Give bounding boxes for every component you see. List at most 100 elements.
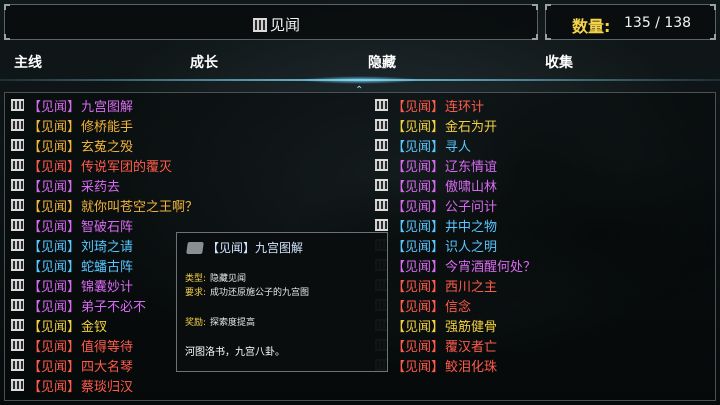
entry-tag: 【见闻】 [28, 119, 81, 135]
book-icon [11, 139, 24, 151]
entry-tag: 【见闻】 [392, 239, 445, 255]
entry-name: 识人之明 [445, 239, 498, 255]
entry-row[interactable]: 【见闻】 玄菟之殁 [11, 135, 133, 155]
frame-corner [710, 4, 716, 10]
tooltip-requirement-row: 要求: 成功还原施公子的九宫图 [185, 285, 309, 298]
frame-corner [532, 34, 538, 40]
book-icon [375, 159, 388, 171]
entry-tag: 【见闻】 [392, 159, 445, 175]
entry-name: 玄菟之殁 [81, 139, 134, 155]
entry-row[interactable]: 【见闻】 今宵酒醒何处？ [375, 255, 536, 275]
book-icon [11, 239, 24, 251]
tooltip-type-key: 类型: [185, 274, 207, 284]
entry-tag: 【见闻】 [28, 239, 81, 255]
entry-row[interactable]: 【见闻】 弟子不必不 [11, 295, 146, 315]
entry-tag: 【见闻】 [392, 319, 445, 335]
tab-collection[interactable]: 收集 [545, 52, 573, 72]
closed-book-icon [186, 241, 204, 254]
entry-name: 采药去 [81, 179, 121, 195]
tooltip-header: 【见闻】九宫图解 [186, 239, 303, 256]
entry-name: 鲛泪化珠 [445, 359, 498, 375]
counter-value: 135 / 138 [624, 15, 692, 31]
frame-corner [532, 4, 538, 10]
entry-name: 金钗 [81, 319, 108, 335]
book-icon [11, 199, 24, 211]
active-tab-glow [300, 76, 420, 84]
entry-row[interactable]: 【见闻】 信念 [375, 295, 471, 315]
title-group: 见闻 [253, 14, 300, 35]
entry-name: 信念 [445, 299, 472, 315]
entry-row[interactable]: 【见闻】 采药去 [11, 175, 120, 195]
tab-growth[interactable]: 成长 [190, 52, 218, 72]
entry-row[interactable]: 【见闻】 鲛泪化珠 [375, 355, 497, 375]
entry-name: 就你叫苍空之王啊？ [81, 199, 199, 215]
entry-row[interactable]: 【见闻】 识人之明 [375, 235, 497, 255]
entry-name: 修桥能手 [81, 119, 134, 135]
tooltip-requirement-value: 成功还原施公子的九宫图 [210, 288, 310, 298]
book-icon [375, 99, 388, 111]
tab-hidden[interactable]: 隐藏 [368, 52, 396, 72]
page-title: 见闻 [270, 16, 301, 34]
entry-row[interactable]: 【见闻】 值得等待 [11, 335, 133, 355]
counter-label: 数量: [572, 17, 611, 36]
entry-row[interactable]: 【见闻】 智破石阵 [11, 215, 133, 235]
entry-row[interactable]: 【见闻】 四大名琴 [11, 355, 133, 375]
tab-bar: 主线 成长 隐藏 收集 [0, 46, 720, 76]
entry-row[interactable]: 【见闻】 蔡琰归汉 [11, 375, 133, 395]
entry-row[interactable]: 【见闻】 西川之主 [375, 275, 497, 295]
tooltip-type-value: 隐藏见闻 [210, 274, 247, 284]
entry-name: 刘琦之请 [81, 239, 134, 255]
entry-name: 传说军团的覆灭 [81, 159, 173, 175]
book-icon [11, 119, 24, 131]
entry-row[interactable]: 【见闻】 强筋健骨 [375, 315, 497, 335]
entry-tag: 【见闻】 [392, 359, 445, 375]
entry-name: 傲啸山林 [445, 179, 498, 195]
entry-name: 弟子不必不 [81, 299, 147, 315]
entry-name: 寻人 [445, 139, 472, 155]
entry-tag: 【见闻】 [28, 139, 81, 155]
tooltip-reward-key: 奖励: [185, 318, 207, 328]
entry-name: 九宫图解 [81, 99, 134, 115]
entry-row[interactable]: 【见闻】 公子问计 [375, 195, 497, 215]
entry-row[interactable]: 【见闻】 九宫图解 [11, 95, 133, 115]
entry-row[interactable]: 【见闻】 蛇蟠古阵 [11, 255, 133, 275]
entry-name: 蛇蟠古阵 [81, 259, 134, 275]
frame-corner [710, 34, 716, 40]
book-icon [11, 359, 24, 371]
entry-tag: 【见闻】 [392, 219, 445, 235]
entry-row[interactable]: 【见闻】 寻人 [375, 135, 471, 155]
entry-row[interactable]: 【见闻】 井中之物 [375, 215, 497, 235]
entry-row[interactable]: 【见闻】 傲啸山林 [375, 175, 497, 195]
entry-name: 锦囊妙计 [81, 279, 134, 295]
entry-row[interactable]: 【见闻】 就你叫苍空之王啊？ [11, 195, 198, 215]
tab-main-story[interactable]: 主线 [14, 52, 42, 72]
entry-tag: 【见闻】 [28, 259, 81, 275]
entry-tag: 【见闻】 [392, 279, 445, 295]
entry-tag: 【见闻】 [28, 159, 81, 175]
entry-name: 覆汉者亡 [445, 339, 498, 355]
entry-name: 连环计 [445, 99, 485, 115]
entry-tag: 【见闻】 [392, 339, 445, 355]
entry-name: 今宵酒醒何处？ [445, 259, 537, 275]
entry-row[interactable]: 【见闻】 传说军团的覆灭 [11, 155, 172, 175]
entry-tag: 【见闻】 [28, 219, 81, 235]
book-icon [11, 219, 24, 231]
entry-name: 金石为开 [445, 119, 498, 135]
entry-row[interactable]: 【见闻】 刘琦之请 [11, 235, 133, 255]
entry-row[interactable]: 【见闻】 金石为开 [375, 115, 497, 135]
entry-name: 强筋健骨 [445, 319, 498, 335]
entry-row[interactable]: 【见闻】 连环计 [375, 95, 484, 115]
book-icon [11, 319, 24, 331]
entry-row[interactable]: 【见闻】 金钗 [11, 315, 107, 335]
entry-row[interactable]: 【见闻】 辽东情谊 [375, 155, 497, 175]
entry-row[interactable]: 【见闻】 锦囊妙计 [11, 275, 133, 295]
collection-counter: 数量: 135 / 138 [545, 4, 716, 40]
tooltip-reward-row: 奖励: 探索度提高 [185, 315, 255, 328]
book-icon [375, 199, 388, 211]
frame-corner [4, 34, 10, 40]
entry-row[interactable]: 【见闻】 修桥能手 [11, 115, 133, 135]
title-bar: 见闻 [4, 4, 538, 40]
tooltip-type-row: 类型: 隐藏见闻 [185, 271, 246, 284]
entry-name: 井中之物 [445, 219, 498, 235]
entry-row[interactable]: 【见闻】 覆汉者亡 [375, 335, 497, 355]
